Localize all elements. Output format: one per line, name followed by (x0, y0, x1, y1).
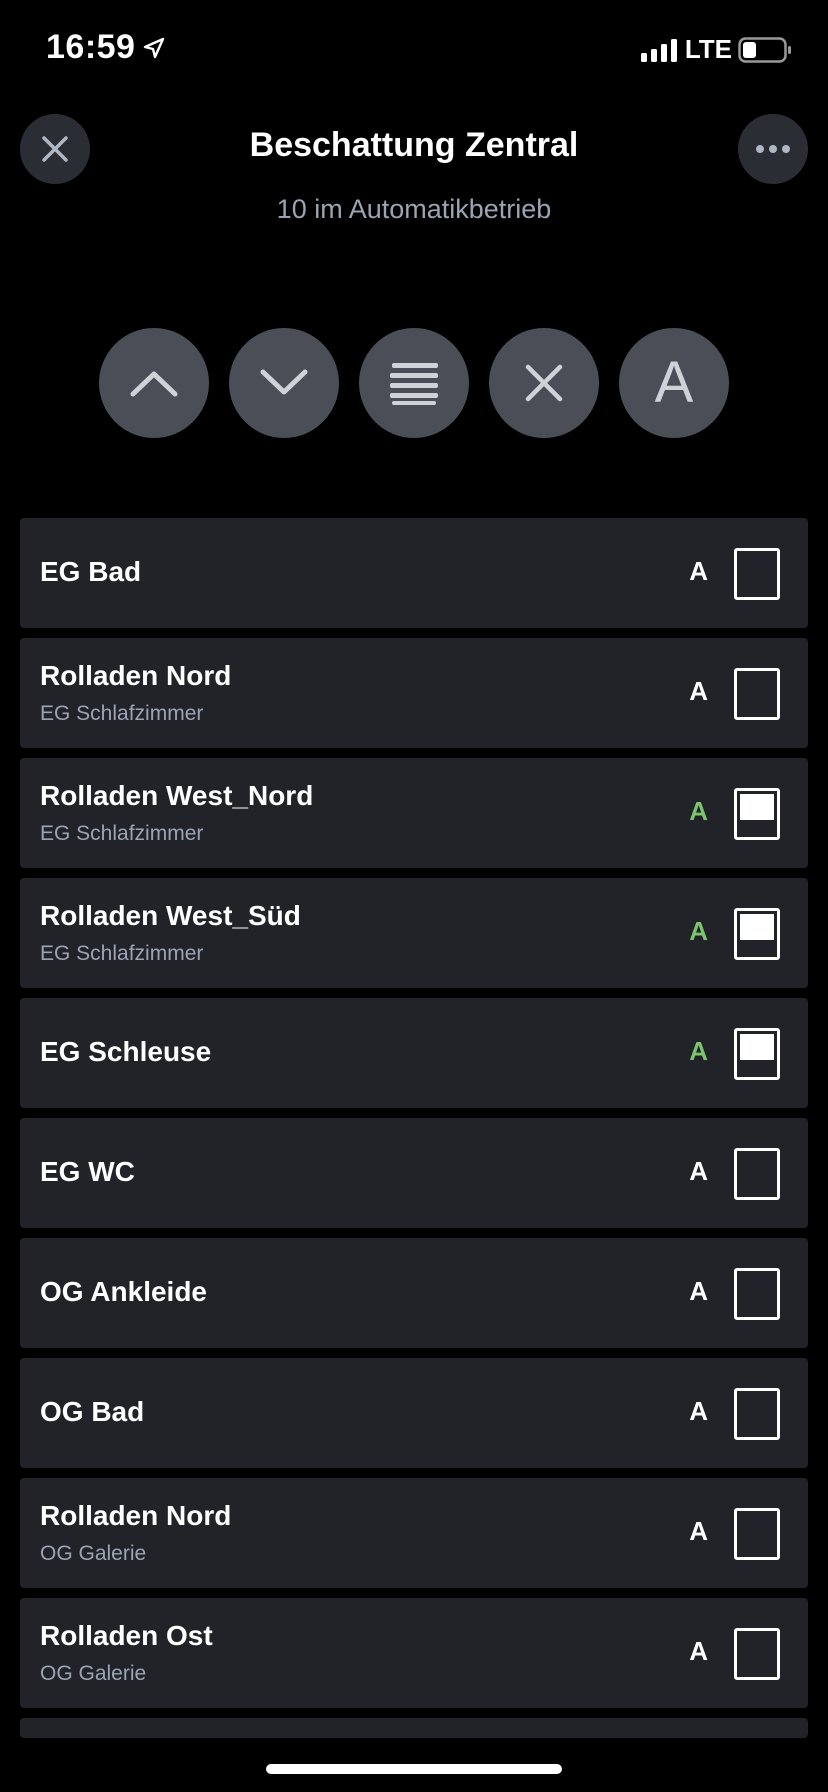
auto-mode-badge: A (689, 1276, 708, 1306)
all-stop-button[interactable] (489, 328, 599, 438)
chevron-up-icon (130, 371, 178, 397)
device-room: EG Schlafzimmer (40, 702, 204, 725)
auto-mode-badge: A (689, 1036, 708, 1066)
list-item[interactable]: EG Schleuse A (20, 998, 808, 1108)
shade-position-fill (740, 914, 774, 940)
shade-position-icon (734, 548, 780, 600)
device-name: Rolladen West_Nord (40, 780, 314, 811)
central-action-bar: A (99, 328, 729, 438)
device-name: Rolladen Ost (40, 1620, 213, 1651)
status-time: 16:59 (46, 28, 165, 67)
auto-mode-badge: A (689, 1636, 708, 1666)
list-item[interactable]: OG Ankleide A (20, 1238, 808, 1348)
device-name: EG Schleuse (40, 1036, 212, 1067)
device-name: EG Bad (40, 556, 142, 587)
device-name: Rolladen Nord (40, 1500, 232, 1531)
all-down-button[interactable] (229, 328, 339, 438)
shade-position-icon (734, 1268, 780, 1320)
device-list: EG Bad A Rolladen Nord EG Schlafzimmer A Roll… (20, 518, 808, 1738)
device-name: OG Ankleide (40, 1276, 208, 1307)
auto-mode-badge: A (689, 676, 708, 706)
auto-mode-badge: A (689, 916, 708, 946)
device-room: OG Galerie (40, 1542, 147, 1565)
auto-mode-badge: A (689, 556, 708, 586)
chevron-down-icon (260, 369, 308, 395)
auto-mode-badge: A (689, 1156, 708, 1186)
battery-icon (738, 36, 791, 63)
page-subtitle: 10 im Automatikbetrieb (276, 194, 552, 224)
device-name: Rolladen West_Süd (40, 900, 301, 931)
device-name: Rolladen Nord (40, 660, 232, 691)
all-up-button[interactable] (99, 328, 209, 438)
list-item[interactable]: Rolladen Nord OG Galerie A (20, 1478, 808, 1588)
auto-mode-label: A (654, 350, 694, 415)
status-time-text: 16:59 (46, 28, 136, 66)
list-item[interactable]: OG Bad A (20, 1358, 808, 1468)
shade-position-icon (734, 1508, 780, 1560)
list-item[interactable]: EG WC A (20, 1118, 808, 1228)
all-shade-button[interactable] (359, 328, 469, 438)
list-item[interactable]: Rolladen West_Nord EG Schlafzimmer A (20, 758, 808, 868)
all-auto-button[interactable]: A (619, 328, 729, 438)
shade-slats-icon (390, 363, 438, 405)
home-indicator[interactable] (266, 1764, 562, 1774)
shade-position-icon (734, 1148, 780, 1200)
signal-bars-icon (640, 38, 677, 62)
device-room: EG Schlafzimmer (40, 822, 204, 845)
device-room: EG Schlafzimmer (40, 942, 204, 965)
auto-mode-badge: A (689, 1516, 708, 1546)
status-bar: 16:59 LTE (0, 0, 828, 100)
shade-position-icon (734, 1388, 780, 1440)
shade-position-icon (734, 1628, 780, 1680)
more-dots-icon (756, 145, 790, 153)
device-name: EG WC (40, 1156, 135, 1187)
shade-position-icon (734, 908, 780, 960)
list-item[interactable]: Rolladen Ost OG Galerie A (20, 1598, 808, 1708)
shade-position-fill (740, 794, 774, 820)
auto-mode-badge: A (689, 1396, 708, 1426)
status-indicators: LTE (640, 34, 792, 65)
list-item[interactable]: Rolladen Nord EG Schlafzimmer A (20, 638, 808, 748)
shade-position-icon (734, 1028, 780, 1080)
device-name: OG Bad (40, 1396, 145, 1427)
device-room: OG Galerie (40, 1662, 147, 1685)
more-button[interactable] (738, 114, 808, 184)
stop-x-icon (525, 364, 563, 402)
list-item-partial[interactable] (20, 1718, 808, 1738)
list-item[interactable]: Rolladen West_Süd EG Schlafzimmer A (20, 878, 808, 988)
list-item[interactable]: EG Bad A (20, 518, 808, 628)
shade-position-fill (740, 1034, 774, 1060)
auto-mode-badge: A (689, 796, 708, 826)
page-title: Beschattung Zentral (249, 126, 579, 164)
network-label: LTE (684, 34, 732, 64)
shade-position-icon (734, 788, 780, 840)
location-arrow-icon (144, 37, 165, 58)
shade-position-icon (734, 668, 780, 720)
